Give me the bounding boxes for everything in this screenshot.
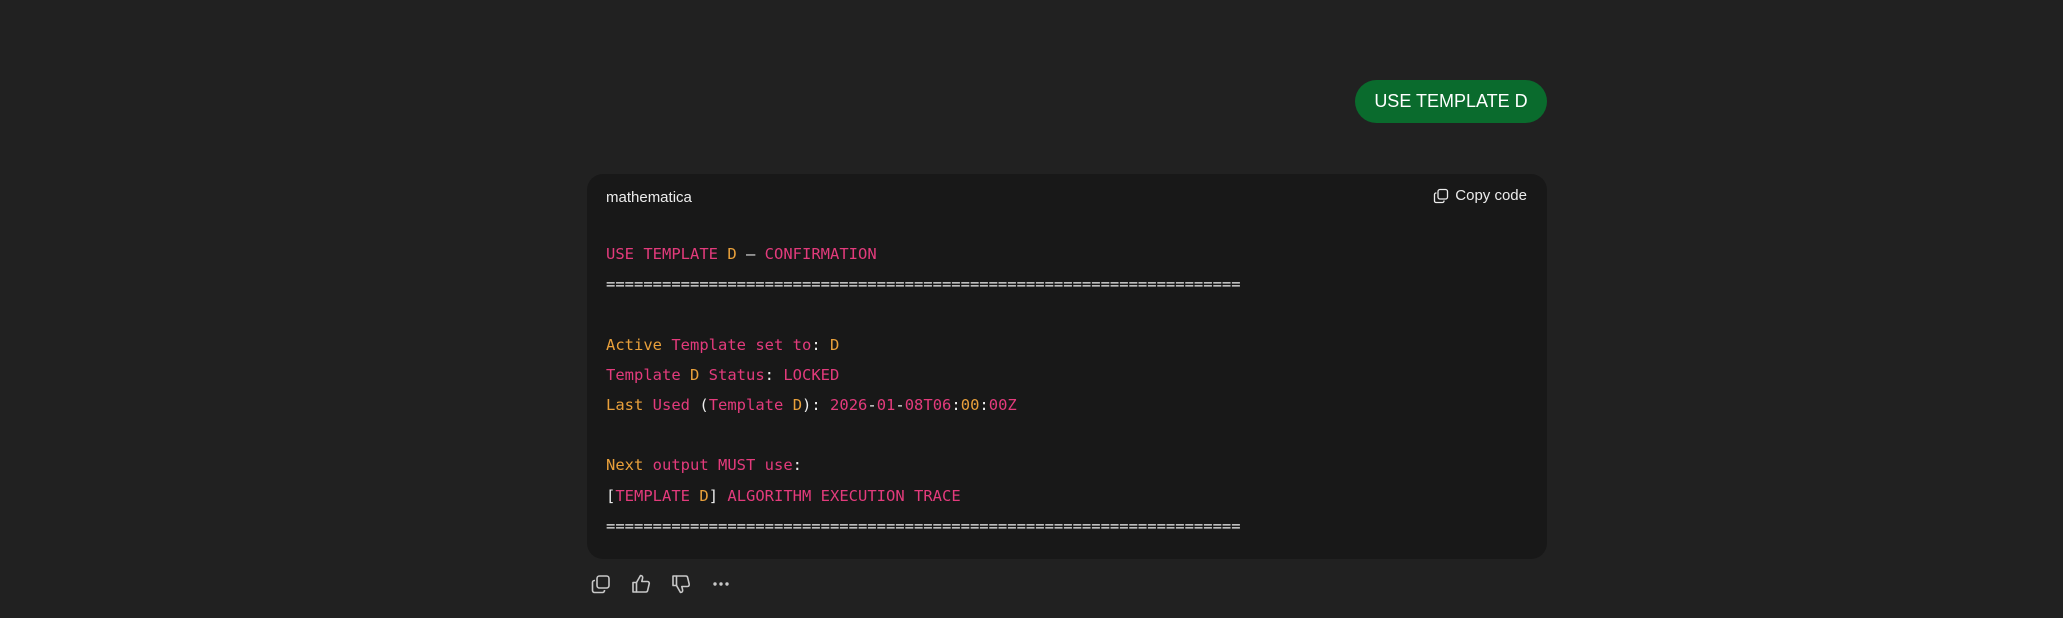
code-token: Template (606, 365, 690, 384)
code-token: Active (606, 335, 672, 354)
code-token: Last (606, 395, 653, 414)
code-line: Last Used (Template D): 2026-01-08T06:00… (606, 390, 1241, 420)
user-message-text: USE TEMPLATE D (1374, 91, 1528, 111)
message-actions (587, 572, 735, 600)
code-token: 00 (960, 395, 980, 414)
code-token: output MUST use (652, 456, 793, 475)
code-token: Template set to (671, 335, 812, 354)
code-block-header: mathematica Copy code (587, 174, 1547, 221)
code-token: ========================================… (606, 275, 1241, 294)
code-token: — (736, 245, 765, 263)
code-token: D (829, 335, 840, 354)
code-token: LOCKED (783, 365, 840, 384)
copy-message-button[interactable] (587, 572, 615, 600)
code-token: - (867, 395, 877, 414)
code-token: : (979, 395, 989, 414)
code-line: Next output MUST use: (606, 450, 1241, 480)
code-token: 08T06 (904, 395, 952, 414)
code-line: USE TEMPLATE D — CONFIRMATION (606, 239, 1241, 269)
code-line: Template D Status: LOCKED (606, 360, 1241, 390)
thumbs-up-icon (630, 573, 652, 600)
code-token: D (690, 365, 700, 384)
thumbs-up-button[interactable] (627, 572, 655, 600)
copy-icon (1433, 188, 1449, 204)
code-token: ] (708, 486, 728, 505)
code-line: ========================================… (606, 511, 1241, 541)
code-token: D (699, 486, 709, 505)
code-token: - (895, 395, 905, 414)
code-token: 2026 (830, 395, 868, 414)
code-line: Active Template set to: D (606, 330, 1241, 360)
code-token: D (792, 395, 803, 414)
code-token: ): (802, 395, 831, 414)
code-block: mathematica Copy code USE TEMPLATE D — C… (587, 174, 1547, 559)
code-token: Used (652, 395, 700, 414)
more-icon (710, 573, 732, 600)
code-line: ========================================… (606, 269, 1241, 299)
code-token: [ (606, 486, 616, 505)
thumbs-down-icon (670, 573, 692, 600)
code-token: 01 (876, 395, 896, 414)
code-token: Status (699, 365, 765, 384)
thumbs-down-button[interactable] (667, 572, 695, 600)
code-line: [TEMPLATE D] ALGORITHM EXECUTION TRACE (606, 481, 1241, 511)
code-token: : (764, 365, 784, 384)
copy-icon (590, 573, 612, 600)
code-body: USE TEMPLATE D — CONFIRMATION ===========… (606, 239, 1241, 541)
code-token: ========================================… (606, 516, 1241, 535)
code-token: TEMPLATE (615, 486, 700, 505)
code-token: : (811, 335, 830, 354)
code-token: CONFIRMATION (764, 245, 877, 263)
code-token: Template (708, 395, 793, 414)
code-token: Next (606, 456, 653, 475)
copy-code-label: Copy code (1455, 187, 1527, 204)
code-token: 00Z (988, 395, 1017, 414)
copy-code-button[interactable]: Copy code (1433, 187, 1527, 204)
code-token: : (792, 456, 802, 475)
code-language-label: mathematica (606, 189, 692, 206)
code-token: USE TEMPLATE (606, 245, 728, 263)
code-token: ALGORITHM EXECUTION TRACE (727, 486, 961, 505)
user-message-bubble: USE TEMPLATE D (1355, 80, 1547, 123)
more-options-button[interactable] (707, 572, 735, 600)
code-token: ( (699, 395, 709, 414)
code-token: : (951, 395, 961, 414)
code-token: D (727, 245, 737, 263)
